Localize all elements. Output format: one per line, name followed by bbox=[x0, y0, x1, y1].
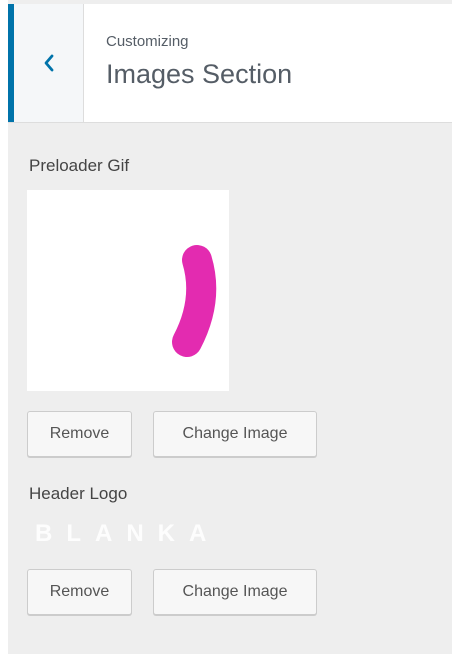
chevron-left-icon bbox=[42, 53, 56, 73]
header-text: Customizing Images Section bbox=[106, 32, 292, 91]
preloader-remove-button[interactable]: Remove bbox=[27, 411, 132, 457]
section-title: Images Section bbox=[106, 59, 293, 89]
preloader-change-image-button[interactable]: Change Image bbox=[153, 411, 317, 457]
preloader-gif-label: Preloader Gif bbox=[29, 156, 130, 175]
header-logo-image: BLANKA bbox=[35, 520, 221, 547]
panel-bottom-edge bbox=[8, 654, 452, 658]
back-button[interactable] bbox=[8, 4, 84, 122]
header-logo-remove-button[interactable]: Remove bbox=[27, 569, 132, 615]
section-header: Customizing Images Section bbox=[8, 4, 452, 123]
header-logo-change-image-button[interactable]: Change Image bbox=[153, 569, 317, 615]
header-logo-label: Header Logo bbox=[29, 484, 128, 503]
customizing-subtitle: Customizing bbox=[106, 33, 189, 50]
preloader-thumbnail bbox=[27, 190, 229, 391]
preloader-spinner-image bbox=[172, 245, 217, 357]
customizer-panel: Customizing Images Section Preloader Gif… bbox=[8, 0, 452, 658]
